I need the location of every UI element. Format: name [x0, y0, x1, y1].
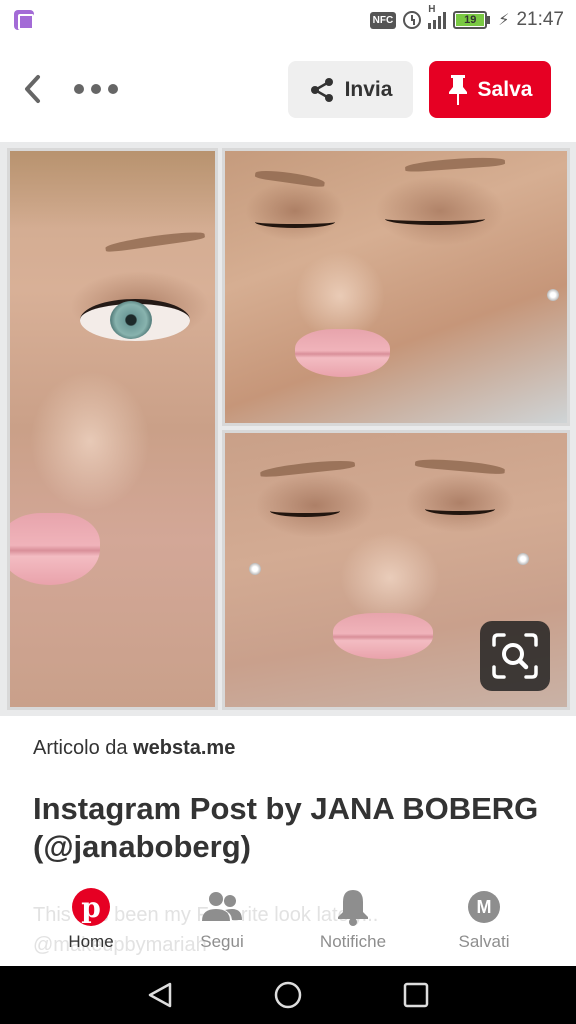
square-recents-icon	[403, 982, 429, 1008]
system-recents-button[interactable]	[401, 980, 431, 1010]
more-dots-icon	[74, 84, 84, 94]
system-back-button[interactable]	[145, 980, 175, 1010]
status-left	[14, 10, 34, 30]
photo-closeup-eye	[7, 148, 218, 710]
battery-icon: 19	[453, 11, 491, 29]
gallery-notification-icon	[14, 10, 34, 30]
pin-image[interactable]	[0, 142, 576, 716]
source-domain-link[interactable]: websta.me	[133, 737, 235, 759]
status-time: 21:47	[516, 9, 564, 30]
battery-level: 19	[456, 14, 485, 26]
nav-saved-label: Salvati	[458, 932, 510, 951]
source-prefix: Articolo da	[33, 737, 128, 759]
nav-following-label: Segui	[200, 932, 244, 951]
save-button[interactable]: Salva	[429, 61, 551, 118]
pushpin-icon	[448, 74, 467, 105]
photo-eyes-closed-top	[222, 148, 570, 426]
pin-source[interactable]: Articolo da websta.me	[33, 737, 235, 760]
nav-saved[interactable]: M Salvati	[424, 885, 544, 965]
send-button-label: Invia	[344, 77, 393, 101]
chevron-left-icon	[25, 75, 40, 103]
pin-title: Instagram Post by JANA BOBERG (@janabobe…	[33, 791, 539, 864]
network-type-label: H	[428, 4, 436, 15]
more-options-button[interactable]	[74, 74, 118, 104]
bottom-navigation: p Home Segui Notifiche M Salvati	[0, 885, 576, 965]
circle-home-icon	[274, 981, 302, 1009]
status-bar: NFC H 19 ⚡ 21:47	[0, 0, 576, 40]
back-button[interactable]	[18, 74, 48, 104]
visual-search-icon	[492, 633, 538, 679]
system-navigation-bar	[0, 966, 576, 1024]
people-icon	[200, 885, 244, 929]
avatar-icon: M	[462, 885, 506, 929]
nfc-icon: NFC	[369, 11, 397, 29]
status-right: NFC H 19 ⚡ 21:47	[369, 4, 564, 31]
alarm-icon	[403, 11, 422, 29]
nav-notifications[interactable]: Notifiche	[293, 885, 413, 965]
signal-icon: H	[428, 4, 447, 29]
share-icon	[310, 77, 333, 102]
triangle-back-icon	[148, 982, 172, 1008]
nav-notifications-label: Notifiche	[319, 932, 387, 951]
visual-search-button[interactable]	[480, 621, 550, 691]
bell-icon	[331, 885, 375, 929]
charging-icon: ⚡	[498, 12, 510, 29]
system-home-button[interactable]	[273, 980, 303, 1010]
save-button-label: Salva	[477, 77, 533, 101]
nav-home-label: Home	[68, 932, 114, 951]
nav-following[interactable]: Segui	[162, 885, 282, 965]
send-button[interactable]: Invia	[288, 61, 413, 118]
nav-home[interactable]: p Home	[31, 885, 151, 965]
avatar: M	[468, 891, 500, 923]
pin-toolbar: Invia Salva	[0, 58, 576, 120]
pinterest-logo-icon: p	[69, 885, 113, 929]
